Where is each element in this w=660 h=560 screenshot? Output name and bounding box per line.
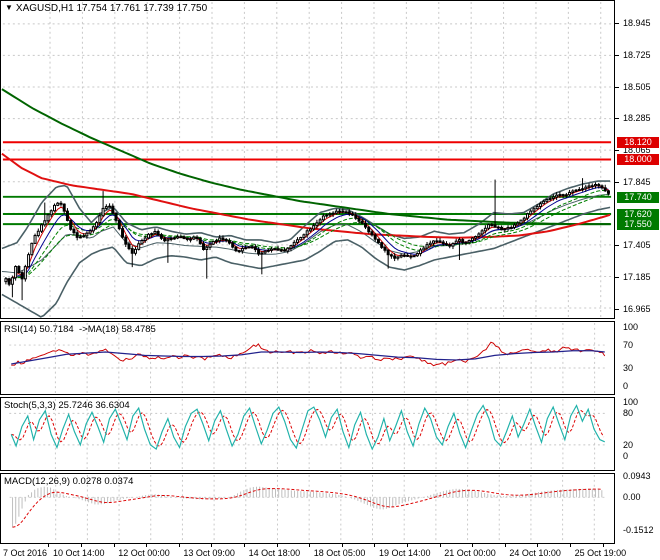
time-tick — [146, 544, 148, 547]
macd-axis-label: 0.0943 — [623, 471, 651, 482]
time-tick — [81, 544, 82, 547]
axis-tick — [615, 86, 619, 88]
time-axis-label: 19 Oct 14:00 — [379, 548, 431, 558]
time-axis-label: 21 Oct 00:00 — [444, 548, 496, 558]
axis-tick — [615, 54, 619, 56]
symbol-dropdown-icon[interactable]: ▼ — [5, 3, 13, 12]
rsi-axis-label: 70 — [623, 339, 634, 350]
stochastic-axis-label: 0 — [623, 451, 629, 461]
time-axis: 7 Oct 2016 10 Oct 14:00 12 Oct 00:00 13 Oct… — [0, 544, 660, 560]
time-tick — [570, 544, 571, 547]
time-axis-label: 24 Oct 10:00 — [509, 548, 561, 558]
axis-tick — [615, 23, 619, 24]
time-tick — [48, 544, 50, 547]
time-tick — [341, 544, 343, 547]
price-level-tag-support[interactable]: 17.740 — [617, 191, 659, 203]
time-tick — [602, 544, 604, 547]
price-level-tag-resistance[interactable]: 18.000 — [617, 153, 659, 165]
time-axis-label: 7 Oct 2016 — [3, 548, 48, 558]
price-axis-label: 17.405 — [623, 240, 651, 251]
time-axis-label: 25 Oct 19:00 — [574, 548, 627, 558]
rsi-axis-label: 100 — [623, 322, 639, 332]
time-tick — [178, 544, 180, 547]
rsi-indicator-label: RSI(14) 50.7184 ->MA(18) 58.4785 — [4, 324, 156, 335]
time-axis-label: 10 Oct 14:00 — [53, 548, 105, 558]
time-axis-label: 14 Oct 18:00 — [248, 548, 301, 558]
price-axis-label: 18.945 — [623, 18, 651, 28]
price-axis-label: 18.725 — [623, 49, 651, 60]
time-axis-label: 18 Oct 05:00 — [313, 548, 366, 558]
price-axis-label: 18.285 — [623, 113, 651, 124]
time-tick — [211, 544, 213, 547]
time-axis-label: 12 Oct 00:00 — [118, 548, 170, 558]
price-axis-label: 16.965 — [623, 303, 651, 314]
rsi-axis-label: 30 — [623, 363, 634, 374]
chart-window: ▼ XAGUSD,H1 17.754 17.761 17.739 17.750 R… — [0, 0, 660, 560]
axis-tick — [615, 277, 619, 279]
stochastic-axis-label: 100 — [623, 397, 639, 407]
time-tick — [276, 544, 278, 547]
symbol-label: XAGUSD,H1 — [15, 3, 74, 14]
time-tick — [472, 544, 474, 547]
stochastic-indicator-label: Stoch(5,3,3) 25.7246 36.6304 — [4, 400, 130, 411]
macd-panel: MACD(12,26,9) 0.0278 0.0374 — [0, 473, 615, 544]
price-axis-label: 17.845 — [623, 176, 651, 187]
axis-tick — [615, 181, 619, 183]
time-tick — [113, 544, 115, 547]
ohlc-values: 17.754 17.761 17.739 17.750 — [76, 3, 208, 14]
axis-tick — [615, 308, 619, 310]
time-tick — [309, 544, 311, 547]
price-level-tag-resistance[interactable]: 18.120 — [617, 136, 659, 148]
stochastic-panel: Stoch(5,3,3) 25.7246 36.6304 — [0, 397, 615, 471]
time-tick — [244, 544, 245, 547]
time-tick — [374, 544, 376, 547]
time-tick — [537, 544, 539, 547]
price-axis: 18.945 18.725 18.505 18.285 18.065 17.845 17.4… — [615, 0, 660, 544]
time-tick — [504, 544, 506, 547]
time-tick — [439, 544, 441, 547]
price-level-tag-support[interactable]: 17.550 — [617, 218, 659, 230]
time-tick — [407, 544, 408, 547]
stochastic-axis-label: 80 — [623, 407, 634, 418]
axis-tick — [615, 245, 619, 247]
price-axis-label: 17.185 — [623, 272, 651, 283]
chart-title: ▼ XAGUSD,H1 17.754 17.761 17.739 17.750 — [5, 3, 207, 14]
macd-axis-label: 0.00 — [623, 492, 641, 502]
rsi-axis-label: 0 — [623, 381, 629, 391]
price-plot[interactable] — [1, 1, 614, 318]
macd-axis-label: -0.1512 — [623, 525, 654, 536]
axis-tick — [615, 118, 619, 120]
main-chart-panel: ▼ XAGUSD,H1 17.754 17.761 17.739 17.750 — [0, 0, 615, 319]
axis-tick — [615, 150, 619, 152]
rsi-panel: RSI(14) 50.7184 ->MA(18) 58.4785 — [0, 321, 615, 395]
time-axis-label: 13 Oct 09:00 — [183, 548, 235, 558]
stochastic-axis-label: 20 — [623, 440, 634, 451]
macd-indicator-label: MACD(12,26,9) 0.0278 0.0374 — [4, 476, 134, 487]
price-axis-label: 18.505 — [623, 81, 651, 92]
